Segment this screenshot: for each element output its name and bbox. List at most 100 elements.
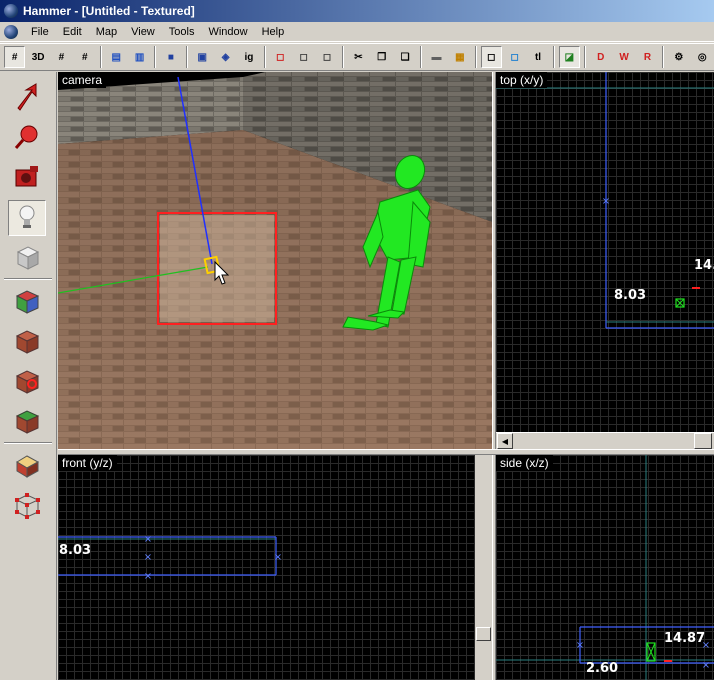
menu-bar: File Edit Map View Tools Window Help: [0, 22, 714, 42]
flip-button[interactable]: ◪: [558, 46, 581, 68]
menu-window[interactable]: Window: [201, 26, 254, 38]
side-viewport[interactable]: × × × 14.87 2.60 side (x/z): [496, 455, 714, 680]
ignore-groups-button[interactable]: ig: [238, 46, 259, 68]
texture-lock-icon: ▬: [431, 51, 442, 63]
camera-viewport[interactable]: camera: [58, 72, 492, 449]
run-vis-button[interactable]: W: [613, 46, 634, 68]
svg-text:×: ×: [576, 640, 584, 651]
tool-magnify[interactable]: [8, 120, 46, 156]
toolbar-separator: [552, 46, 555, 68]
front-scroll-thumb[interactable]: [476, 627, 491, 641]
tool-apply-decal[interactable]: [8, 364, 46, 400]
selection-box-icon: ◻: [487, 51, 496, 63]
tool-apply-overlay[interactable]: [8, 404, 46, 440]
menu-edit[interactable]: Edit: [56, 26, 89, 38]
svg-text:×: ×: [702, 660, 710, 671]
camera-view-label: camera: [58, 72, 107, 88]
run-button[interactable]: D: [590, 46, 611, 68]
texture-select-button[interactable]: ◻: [504, 46, 525, 68]
tool-vertex[interactable]: [8, 488, 46, 524]
toolbar-separator: [99, 46, 102, 68]
front-dimension: 8.03: [59, 543, 92, 558]
paste-button[interactable]: ❏: [394, 46, 415, 68]
clip-icon: [12, 450, 42, 483]
hide-icon: ◈: [221, 51, 230, 63]
pointer-arrow-icon: [12, 82, 42, 115]
gear-icon: ⚙: [674, 51, 684, 63]
lightbulb-icon: [12, 202, 42, 235]
side-view-label: side (x/z): [496, 455, 553, 471]
copy-object-button[interactable]: ◻: [316, 46, 337, 68]
hollow-button[interactable]: ◻: [293, 46, 314, 68]
to-entity-icon: ▣: [197, 51, 207, 63]
3d-grid-icon: 3D: [31, 51, 45, 63]
copy-button[interactable]: ❐: [371, 46, 392, 68]
grid-larger-button[interactable]: #: [74, 46, 95, 68]
grid-smaller-icon: #: [58, 51, 65, 63]
scissors-icon: ✂: [354, 51, 363, 63]
front-view-geometry: × × × ×: [58, 534, 282, 582]
run-rad-button[interactable]: R: [637, 46, 658, 68]
front-vertical-scrollbar[interactable]: [475, 455, 492, 680]
grid-toggle-button[interactable]: #: [4, 46, 26, 68]
settings-button[interactable]: ⚙: [668, 46, 689, 68]
menu-help[interactable]: Help: [255, 26, 292, 38]
texture-lock-button[interactable]: ▬: [426, 46, 447, 68]
toolbar-separator: [154, 46, 157, 68]
tool-block[interactable]: [8, 240, 46, 276]
menu-file[interactable]: File: [24, 26, 56, 38]
cut-button[interactable]: ✂: [348, 46, 369, 68]
ungroup-button[interactable]: ▥: [129, 46, 150, 68]
main-toolbar: #3D # # ▤ ▥ ■ ▣ ◈ ig ◻ ◻ ◻ ✂ ❐ ❏ ▬ ▦ ◻ ◻ tl ◪ D W R ⚙ ◎: [0, 43, 714, 71]
menu-map[interactable]: Map: [89, 26, 124, 38]
to-entity-button[interactable]: ▣: [192, 46, 213, 68]
carve-icon: ◻: [276, 51, 285, 63]
toolbar-separator: [263, 46, 266, 68]
group-icon: ▤: [111, 51, 121, 63]
tool-separator: [4, 442, 52, 444]
front-viewport[interactable]: × × × × 8.03 front (y/z): [58, 455, 492, 680]
menu-view[interactable]: View: [124, 26, 162, 38]
toolbar-separator: [662, 46, 665, 68]
window-title: Hammer - [Untitled - Textured]: [23, 4, 195, 18]
copy-object-icon: ◻: [322, 51, 332, 63]
selection-box-button[interactable]: ◻: [480, 46, 502, 68]
toolbar-separator: [341, 46, 344, 68]
hide-selected-button[interactable]: ◈: [215, 46, 236, 68]
svg-text:×: ×: [602, 196, 610, 207]
ungroup-icon: ▥: [134, 51, 145, 63]
tool-palette: [0, 72, 57, 680]
tool-texture-app[interactable]: [8, 284, 46, 320]
text-tl-icon: tl: [534, 51, 542, 63]
options-button[interactable]: ◎: [692, 46, 713, 68]
tool-entity[interactable]: [8, 200, 46, 236]
magnify-icon: [12, 122, 42, 155]
3d-grid-button[interactable]: 3D: [27, 46, 48, 68]
top-horizontal-scrollbar[interactable]: ◀: [496, 432, 714, 449]
hollow-icon: ◻: [299, 51, 308, 63]
tool-clip[interactable]: [8, 448, 46, 484]
document-icon[interactable]: [4, 24, 18, 39]
tool-apply-texture[interactable]: [8, 324, 46, 360]
top-dimension-right: 14.: [694, 258, 714, 273]
paste-icon: ❏: [400, 51, 410, 63]
copy-icon: ❐: [377, 51, 387, 63]
svg-text:×: ×: [144, 571, 152, 582]
toolbar-separator: [474, 46, 477, 68]
hammer-app-icon: [4, 4, 18, 18]
top-viewport[interactable]: × 8.03 14. top (x/y) ◀: [496, 72, 714, 449]
texture-lock-toggle-button[interactable]: tl: [527, 46, 548, 68]
group-button[interactable]: ▤: [106, 46, 127, 68]
top-scroll-thumb[interactable]: [694, 433, 712, 449]
tie-to-entity-button[interactable]: ▦: [449, 46, 470, 68]
menu-tools[interactable]: Tools: [162, 26, 202, 38]
tool-pointer[interactable]: [8, 80, 46, 116]
tool-camera[interactable]: [8, 160, 46, 196]
run-d-icon: D: [597, 51, 605, 63]
scroll-left-button[interactable]: ◀: [497, 433, 513, 449]
to-world-button[interactable]: ■: [160, 46, 181, 68]
svg-text:×: ×: [144, 534, 152, 545]
grid-smaller-button[interactable]: #: [51, 46, 72, 68]
vertex-icon: [12, 490, 42, 523]
carve-button[interactable]: ◻: [270, 46, 291, 68]
